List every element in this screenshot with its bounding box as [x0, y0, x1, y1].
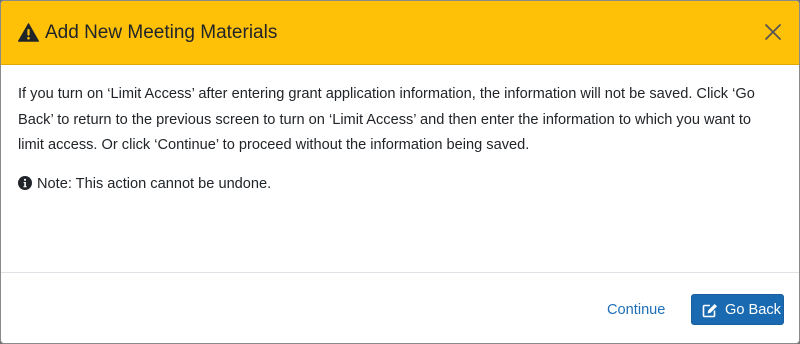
edit-icon [702, 304, 717, 318]
modal-message: If you turn on ‘Limit Access’ after ente… [18, 86, 755, 153]
continue-link[interactable]: Continue [607, 300, 665, 320]
add-meeting-materials-modal: Add New Meeting Materials If you turn on… [0, 0, 800, 344]
modal-title: Add New Meeting Materials [45, 22, 278, 43]
info-circle-icon [18, 175, 32, 190]
note: Note: This action cannot be undone. [18, 173, 271, 195]
go-back-label: Go Back [725, 302, 781, 318]
modal-body: If you turn on ‘Limit Access’ after ente… [1, 65, 799, 271]
modal-header: Add New Meeting Materials [1, 1, 799, 65]
close-icon[interactable] [760, 19, 786, 45]
note-text: Note: This action cannot be undone. [37, 176, 272, 192]
modal-footer: Continue Go Back [1, 272, 799, 343]
go-back-button[interactable]: Go Back [691, 294, 784, 325]
warning-triangle-icon [18, 23, 39, 42]
